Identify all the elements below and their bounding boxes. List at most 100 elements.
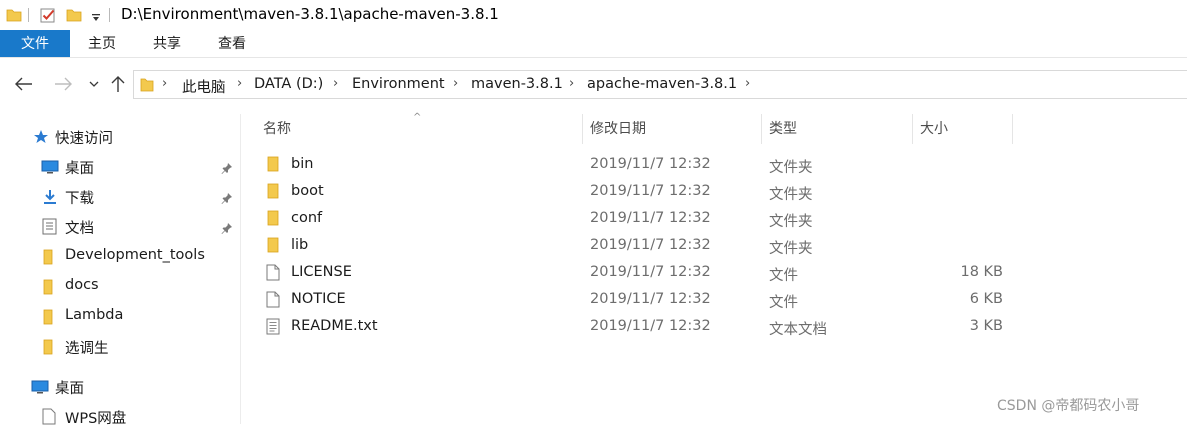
window-title: D:\Environment\maven-3.8.1\apache-maven-…	[121, 5, 499, 23]
pin-icon[interactable]	[221, 220, 233, 238]
column-header-type[interactable]: 类型	[769, 114, 797, 144]
file-row-lib[interactable]: lib 2019/11/7 12:32 文件夹	[241, 233, 1187, 260]
file-type: 文件夹	[769, 241, 813, 257]
file-name: LICENSE	[291, 264, 352, 280]
ribbon-tabs: 文件 主页 共享 查看	[0, 30, 1187, 58]
sidebar-item-label: 下载	[65, 191, 94, 207]
sidebar-item-label: WPS网盘	[65, 411, 127, 427]
file-name: NOTICE	[291, 291, 346, 307]
folder-icon	[42, 279, 54, 299]
file-type: 文本文档	[769, 322, 827, 338]
sidebar-item-xuandiaosheng[interactable]: 选调生	[0, 332, 240, 362]
sidebar-item-desktop-root[interactable]: 桌面	[0, 372, 240, 402]
file-row-conf[interactable]: conf 2019/11/7 12:32 文件夹	[241, 206, 1187, 233]
column-divider[interactable]	[912, 114, 913, 144]
file-row-notice[interactable]: NOTICE 2019/11/7 12:32 文件 6 KB	[241, 287, 1187, 314]
file-type: 文件	[769, 268, 798, 284]
dropdown-arrow-icon[interactable]	[91, 9, 101, 27]
column-header-date[interactable]: 修改日期	[590, 114, 646, 144]
folder-icon	[42, 249, 54, 269]
tab-file[interactable]: 文件	[0, 30, 70, 58]
pin-icon[interactable]	[221, 160, 233, 178]
folder-icon	[140, 77, 154, 96]
folder-icon	[42, 309, 54, 329]
watermark: CSDN @帝都码农小哥	[997, 398, 1140, 414]
file-size: 18 KB	[960, 264, 1003, 280]
chevron-right-icon[interactable]: ›	[333, 76, 338, 91]
sidebar-item-docs[interactable]: docs	[0, 272, 240, 302]
sidebar-item-downloads[interactable]: 下载	[0, 182, 240, 212]
column-header-name[interactable]: 名称	[263, 114, 291, 144]
file-row-boot[interactable]: boot 2019/11/7 12:32 文件夹	[241, 179, 1187, 206]
sidebar-item-wps-drive[interactable]: WPS网盘	[0, 402, 240, 432]
file-date: 2019/11/7 12:32	[590, 183, 711, 199]
column-divider[interactable]	[1012, 114, 1013, 144]
arrow-up-icon[interactable]	[107, 73, 129, 95]
tab-home[interactable]: 主页	[74, 30, 130, 58]
sidebar-item-documents[interactable]: 文档	[0, 212, 240, 242]
file-type: 文件夹	[769, 187, 813, 203]
sidebar-item-label: 文档	[65, 221, 94, 237]
arrow-right-icon[interactable]	[52, 73, 74, 95]
chevron-right-icon[interactable]: ›	[453, 76, 458, 91]
sidebar-item-development-tools[interactable]: Development_tools	[0, 242, 240, 272]
chevron-down-icon[interactable]	[83, 73, 105, 95]
sidebar-item-label: 桌面	[55, 381, 84, 397]
folder-icon	[266, 156, 280, 176]
file-date: 2019/11/7 12:32	[590, 237, 711, 253]
file-icon	[266, 264, 280, 285]
file-name: boot	[291, 183, 324, 199]
column-header-size[interactable]: 大小	[920, 114, 948, 144]
file-name: lib	[291, 237, 309, 253]
folder-icon[interactable]	[6, 7, 22, 27]
folder-icon	[266, 237, 280, 257]
title-bar: D:\Environment\maven-3.8.1\apache-maven-…	[0, 0, 1187, 30]
chevron-right-icon[interactable]: ›	[569, 76, 574, 91]
desktop-icon	[31, 380, 49, 398]
navigation-bar: › 此电脑 › DATA (D:) › Environment › maven-…	[0, 58, 1187, 114]
address-bar[interactable]: › 此电脑 › DATA (D:) › Environment › maven-…	[133, 70, 1187, 99]
file-date: 2019/11/7 12:32	[590, 210, 711, 226]
folder-icon	[42, 339, 54, 359]
file-type: 文件夹	[769, 160, 813, 176]
sidebar-item-label: docs	[65, 277, 99, 293]
breadcrumb-item[interactable]: apache-maven-3.8.1	[587, 76, 737, 92]
checkbox-properties-icon[interactable]	[40, 7, 57, 28]
breadcrumb-item[interactable]: DATA (D:)	[254, 76, 323, 92]
sidebar-item-quick-access[interactable]: 快速访问	[0, 122, 240, 152]
file-row-license[interactable]: LICENSE 2019/11/7 12:32 文件 18 KB	[241, 260, 1187, 287]
sidebar-item-desktop[interactable]: 桌面	[0, 152, 240, 182]
file-name: README.txt	[291, 318, 378, 334]
chevron-right-icon[interactable]: ›	[745, 76, 750, 91]
file-size: 3 KB	[969, 318, 1003, 334]
chevron-right-icon[interactable]: ›	[237, 76, 242, 91]
sidebar-item-label: 桌面	[65, 161, 94, 177]
chevron-right-icon[interactable]: ›	[162, 76, 167, 91]
sidebar-item-lambda[interactable]: Lambda	[0, 302, 240, 332]
sidebar-item-label: Development_tools	[65, 247, 205, 263]
new-folder-icon[interactable]	[66, 7, 82, 27]
file-date: 2019/11/7 12:32	[590, 291, 711, 307]
document-icon	[42, 218, 57, 239]
file-type: 文件夹	[769, 214, 813, 230]
desktop-icon	[41, 160, 59, 178]
column-divider[interactable]	[761, 114, 762, 144]
tab-view[interactable]: 查看	[204, 30, 260, 58]
file-date: 2019/11/7 12:32	[590, 156, 711, 172]
breadcrumb-item[interactable]: Environment	[352, 76, 445, 92]
breadcrumb-item[interactable]: maven-3.8.1	[471, 76, 563, 92]
tab-share[interactable]: 共享	[139, 30, 195, 58]
file-name: conf	[291, 210, 323, 226]
sidebar-item-label: 快速访问	[55, 131, 113, 147]
arrow-left-icon[interactable]	[13, 73, 35, 95]
file-row-bin[interactable]: bin 2019/11/7 12:32 文件夹	[241, 152, 1187, 179]
sort-ascending-icon: ^	[413, 112, 422, 123]
file-date: 2019/11/7 12:32	[590, 318, 711, 334]
pin-icon[interactable]	[221, 190, 233, 208]
file-row-readme[interactable]: README.txt 2019/11/7 12:32 文本文档 3 KB	[241, 314, 1187, 341]
file-icon	[266, 291, 280, 312]
breadcrumb-item[interactable]: 此电脑	[182, 76, 226, 97]
text-file-icon	[266, 318, 280, 339]
document-icon	[42, 408, 56, 429]
column-divider[interactable]	[582, 114, 583, 144]
